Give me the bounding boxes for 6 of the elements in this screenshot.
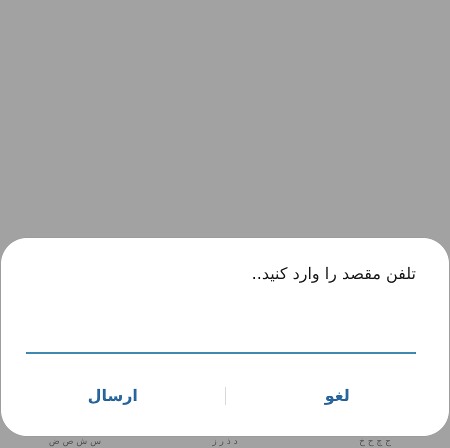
keyboard-key-label[interactable]: س ش ص ض [0,436,150,448]
cancel-button[interactable]: لغو [226,380,449,411]
send-button[interactable]: ارسال [1,380,224,411]
keyboard-key-label[interactable]: د ذ ر ز [150,436,300,448]
dialog-title: تلفن مقصد را وارد کنید.. [252,264,416,283]
keyboard-key-label[interactable]: ج چ ح خ [300,436,450,448]
